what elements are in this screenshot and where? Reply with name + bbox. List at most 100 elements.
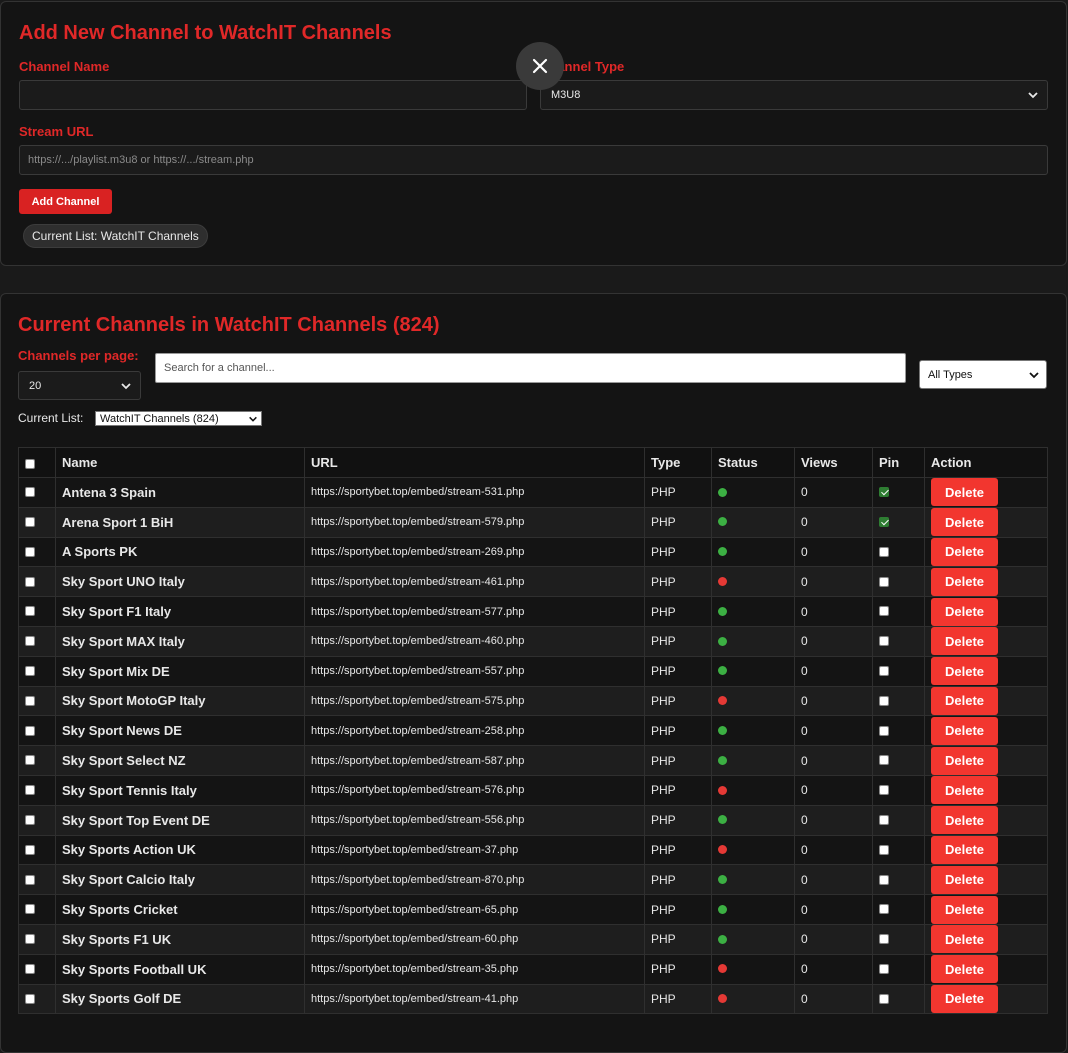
row-select-checkbox[interactable] xyxy=(25,963,35,974)
channel-views: 0 xyxy=(794,715,873,747)
delete-button[interactable]: Delete xyxy=(931,597,998,626)
column-header-name[interactable]: Name xyxy=(55,447,305,478)
row-select-cell xyxy=(18,864,56,896)
pin-checkbox[interactable] xyxy=(879,963,889,974)
row-select-checkbox[interactable] xyxy=(25,934,35,945)
row-select-checkbox[interactable] xyxy=(25,844,35,855)
pin-checkbox[interactable] xyxy=(879,665,889,676)
row-select-checkbox[interactable] xyxy=(25,665,35,676)
row-select-cell xyxy=(18,506,56,538)
pin-checkbox[interactable] xyxy=(879,814,889,825)
select-all-checkbox[interactable] xyxy=(25,458,35,469)
channel-views: 0 xyxy=(794,566,873,598)
table-row: Sky Sport MAX Italy https://sportybet.top… xyxy=(18,625,1048,657)
channel-name: Sky Sport Select NZ xyxy=(55,745,305,776)
row-select-checkbox[interactable] xyxy=(25,487,35,498)
pin-checkbox[interactable] xyxy=(879,844,889,855)
pin-checkbox[interactable] xyxy=(879,725,889,736)
channel-views: 0 xyxy=(794,953,873,985)
row-select-checkbox[interactable] xyxy=(25,785,35,796)
row-select-checkbox[interactable] xyxy=(25,695,35,706)
pin-checkbox[interactable] xyxy=(879,904,889,915)
delete-button[interactable]: Delete xyxy=(931,865,998,894)
row-select-checkbox[interactable] xyxy=(25,993,35,1004)
pin-checkbox[interactable] xyxy=(879,516,889,527)
delete-button[interactable]: Delete xyxy=(931,657,998,686)
status-cell xyxy=(711,625,795,657)
channel-type-select[interactable]: M3U8 xyxy=(540,80,1048,110)
column-header-type[interactable]: Type xyxy=(644,447,712,478)
channel-name-input[interactable] xyxy=(19,80,527,110)
row-select-checkbox[interactable] xyxy=(25,516,35,527)
channels-table: Name URL Type Status Views Pin Action An… xyxy=(18,447,1048,1015)
pin-cell xyxy=(872,566,925,598)
add-channel-button[interactable]: Add Channel xyxy=(19,189,112,214)
row-select-cell xyxy=(18,774,56,806)
column-header-url[interactable]: URL xyxy=(304,447,645,478)
pin-checkbox[interactable] xyxy=(879,636,889,647)
delete-button[interactable]: Delete xyxy=(931,836,998,864)
per-page-value: 20 xyxy=(29,379,42,392)
delete-button[interactable]: Delete xyxy=(931,806,998,835)
column-header-views[interactable]: Views xyxy=(794,447,873,478)
delete-button[interactable]: Delete xyxy=(931,508,998,537)
stream-url-input[interactable] xyxy=(19,145,1048,175)
status-cell xyxy=(711,804,795,836)
row-select-checkbox[interactable] xyxy=(25,814,35,825)
channel-type: PHP xyxy=(644,655,712,687)
row-select-checkbox[interactable] xyxy=(25,576,35,587)
delete-button[interactable]: Delete xyxy=(931,746,998,775)
delete-button[interactable]: Delete xyxy=(931,895,998,924)
delete-button[interactable]: Delete xyxy=(931,716,998,745)
channel-type: PHP xyxy=(644,715,712,747)
delete-button[interactable]: Delete xyxy=(931,627,998,656)
row-select-checkbox[interactable] xyxy=(25,606,35,617)
row-select-checkbox[interactable] xyxy=(25,725,35,736)
pin-cell xyxy=(872,923,925,955)
row-select-checkbox[interactable] xyxy=(25,636,35,647)
pin-checkbox[interactable] xyxy=(879,785,889,796)
channel-url: https://sportybet.top/embed/stream-556.p… xyxy=(304,804,645,836)
pin-checkbox[interactable] xyxy=(879,755,889,766)
delete-button[interactable]: Delete xyxy=(931,985,998,1013)
pin-checkbox[interactable] xyxy=(879,546,889,557)
channel-type: PHP xyxy=(644,685,712,717)
row-select-checkbox[interactable] xyxy=(25,546,35,557)
table-row: Sky Sports Golf DE https://sportybet.top/… xyxy=(18,983,1048,1015)
status-cell xyxy=(711,655,795,687)
type-filter-select[interactable]: All Types xyxy=(919,360,1047,389)
pin-checkbox[interactable] xyxy=(879,487,889,498)
action-cell: Delete xyxy=(924,685,1048,717)
column-header-status[interactable]: Status xyxy=(711,447,795,478)
channel-name: Sky Sports Golf DE xyxy=(55,983,305,1015)
delete-button[interactable]: Delete xyxy=(931,538,998,566)
pin-checkbox[interactable] xyxy=(879,695,889,706)
table-row: Sky Sport Top Event DE https://sportybet.… xyxy=(18,804,1048,836)
delete-button[interactable]: Delete xyxy=(931,955,998,984)
column-header-pin[interactable]: Pin xyxy=(872,447,925,478)
pin-checkbox[interactable] xyxy=(879,993,889,1004)
channel-name: Sky Sport Mix DE xyxy=(55,655,305,687)
row-select-checkbox[interactable] xyxy=(25,874,35,885)
current-list-select[interactable]: WatchIT Channels (824) xyxy=(95,411,262,426)
delete-button[interactable]: Delete xyxy=(931,687,998,715)
per-page-select[interactable]: 20 xyxy=(18,371,141,400)
delete-button[interactable]: Delete xyxy=(931,567,998,596)
close-button[interactable] xyxy=(516,42,564,90)
channel-url: https://sportybet.top/embed/stream-576.p… xyxy=(304,774,645,806)
status-cell xyxy=(711,536,795,568)
channel-search-input[interactable] xyxy=(155,353,906,383)
status-dot-icon xyxy=(718,755,727,765)
pin-checkbox[interactable] xyxy=(879,934,889,945)
delete-button[interactable]: Delete xyxy=(931,478,998,507)
delete-button[interactable]: Delete xyxy=(931,925,998,954)
row-select-checkbox[interactable] xyxy=(25,755,35,766)
row-select-checkbox[interactable] xyxy=(25,904,35,915)
channel-name: Sky Sport Calcio Italy xyxy=(55,864,305,896)
channel-views: 0 xyxy=(794,894,873,925)
pin-checkbox[interactable] xyxy=(879,576,889,587)
delete-button[interactable]: Delete xyxy=(931,776,998,805)
pin-checkbox[interactable] xyxy=(879,606,889,617)
pin-checkbox[interactable] xyxy=(879,874,889,885)
channel-type: PHP xyxy=(644,774,712,806)
